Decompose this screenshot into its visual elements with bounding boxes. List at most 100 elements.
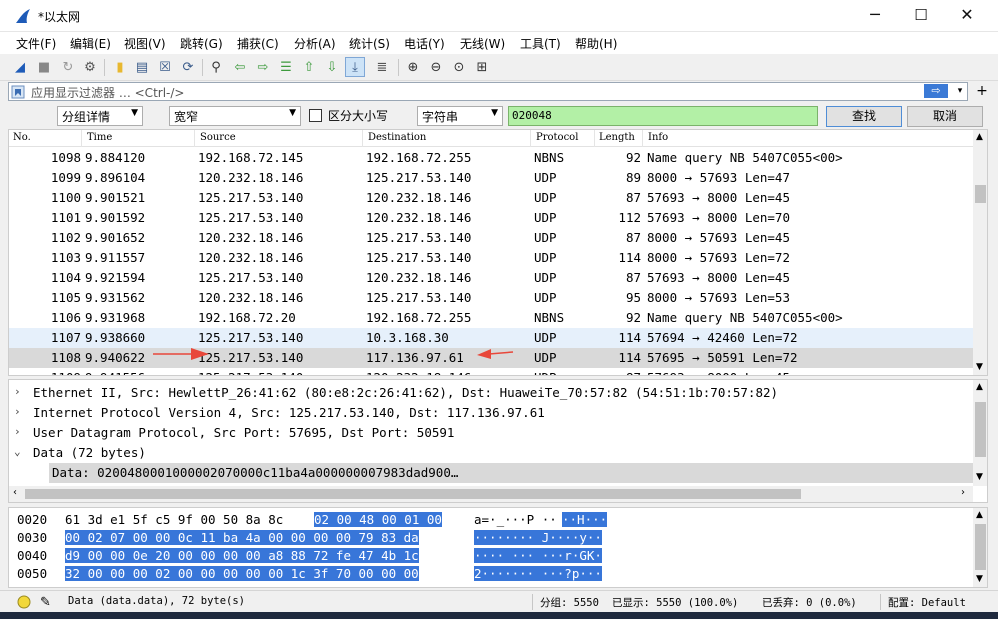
packet-row[interactable]: 1101 9.901592 125.217.53.140 120.232.18.146… (9, 208, 973, 228)
column-header-destination[interactable]: Destination (368, 132, 426, 143)
column-header-time[interactable]: Time (87, 132, 112, 143)
menu-wireless[interactable]: 无线(W) (460, 35, 505, 52)
chevron-right-icon[interactable]: › (14, 385, 21, 398)
scroll-down-icon[interactable]: ▼ (976, 574, 983, 584)
case-sensitive-checkbox[interactable] (309, 109, 322, 122)
packet-row[interactable]: 1106 9.931968 192.168.72.20 192.168.72.255 N… (9, 308, 973, 328)
scroll-left-icon[interactable]: ‹ (13, 487, 17, 498)
menu-analyze[interactable]: 分析(A) (294, 35, 336, 52)
char-width-select[interactable]: 宽窄 ▼ (169, 106, 301, 126)
maximize-button[interactable]: ☐ (898, 0, 944, 32)
search-in-select[interactable]: 分组详情 ▼ (57, 106, 143, 126)
byte-row[interactable]: 0050 32 00 00 00 02 00 00 00 00 00 1c 3f … (9, 565, 973, 583)
menu-file[interactable]: 文件(F) (16, 35, 56, 52)
colorize-icon[interactable]: ≣ (372, 57, 392, 77)
find-value-input[interactable]: 020048 (508, 106, 818, 126)
packet-list-scrollbar[interactable]: ▲ ▼ (973, 130, 987, 375)
chevron-right-icon[interactable]: › (14, 405, 21, 418)
zoom-out-icon[interactable]: ⊖ (426, 57, 446, 77)
packet-row[interactable]: 1107 9.938660 125.217.53.140 10.3.168.30 UDP… (9, 328, 973, 348)
menu-help[interactable]: 帮助(H) (575, 35, 617, 52)
scroll-thumb[interactable] (975, 524, 986, 570)
filter-history-dropdown[interactable]: ▾ (954, 82, 966, 100)
menu-capture[interactable]: 捕获(C) (237, 35, 279, 52)
reload-icon[interactable]: ⟳ (178, 57, 198, 77)
scroll-right-icon[interactable]: › (961, 487, 965, 498)
packet-row[interactable]: 1105 9.931562 120.232.18.146 125.217.53.140… (9, 288, 973, 308)
go-forward-icon[interactable]: ⇨ (253, 57, 273, 77)
scroll-thumb[interactable] (25, 489, 801, 499)
column-header-source[interactable]: Source (200, 132, 236, 143)
minimize-button[interactable]: ─ (852, 0, 898, 32)
row-no: 1108 (50, 350, 81, 365)
cancel-button[interactable]: 取消 (907, 106, 983, 127)
menu-tools[interactable]: 工具(T) (520, 35, 561, 52)
scroll-thumb[interactable] (975, 185, 986, 203)
packet-row[interactable]: 1104 9.921594 125.217.53.140 120.232.18.146… (9, 268, 973, 288)
save-file-icon[interactable]: ▤ (132, 57, 152, 77)
column-header-protocol[interactable]: Protocol (536, 132, 578, 143)
add-filter-button[interactable]: + (970, 81, 994, 101)
stop-icon[interactable]: ■ (34, 57, 54, 77)
display-filter-bar[interactable]: 应用显示过滤器 … <Ctrl-/> (8, 82, 968, 101)
go-back-icon[interactable]: ⇦ (230, 57, 250, 77)
display-filter-input[interactable]: 应用显示过滤器 … <Ctrl-/> (31, 84, 184, 101)
scroll-thumb[interactable] (975, 402, 986, 457)
packet-row[interactable]: 1098 9.884120 192.168.72.145 192.168.72.255… (9, 148, 973, 168)
packet-row[interactable]: 1099 9.896104 120.232.18.146 125.217.53.140… (9, 168, 973, 188)
tree-item-ipv4[interactable]: › Internet Protocol Version 4, Src: 125.… (9, 403, 973, 423)
search-type-select[interactable]: 字符串 ▼ (417, 106, 503, 126)
menu-view[interactable]: 视图(V) (124, 35, 166, 52)
scroll-up-icon[interactable]: ▲ (976, 132, 983, 142)
chevron-right-icon[interactable]: › (14, 425, 21, 438)
open-file-icon[interactable]: ▮ (110, 57, 130, 77)
row-source: 125.217.53.140 (198, 190, 304, 205)
details-hscrollbar[interactable]: ‹ › (9, 486, 973, 502)
find-packet-icon[interactable]: ⚲ (206, 57, 226, 77)
first-packet-icon[interactable]: ⇧ (299, 57, 319, 77)
resize-columns-icon[interactable]: ⊞ (472, 57, 492, 77)
column-header-length[interactable]: Length (599, 132, 635, 143)
zoom-normal-icon[interactable]: ⊙ (449, 57, 469, 77)
byte-row[interactable]: 0020 61 3d e1 5f c5 9f 00 50 8a 8c 02 00 4… (9, 511, 973, 529)
scroll-up-icon[interactable]: ▲ (976, 382, 983, 392)
menu-statistics[interactable]: 统计(S) (349, 35, 390, 52)
tree-item-ethernet[interactable]: › Ethernet II, Src: HewlettP_26:41:62 (8… (9, 383, 973, 403)
column-header-no[interactable]: No. (13, 132, 31, 143)
bookmark-filter-icon[interactable] (11, 85, 25, 99)
last-packet-icon[interactable]: ⇩ (322, 57, 342, 77)
scroll-down-icon[interactable]: ▼ (976, 472, 983, 482)
capture-options-icon[interactable]: ⚙ (80, 57, 100, 77)
restart-icon[interactable]: ↻ (58, 57, 78, 77)
row-info: 8000 → 57693 Len=72 (647, 250, 790, 265)
packet-row[interactable]: 1109 9.941556 125.217.53.140 120.232.18.146… (9, 368, 973, 375)
close-file-icon[interactable]: ☒ (155, 57, 175, 77)
chevron-down-icon[interactable]: ⌄ (14, 445, 21, 458)
packet-row[interactable]: 1103 9.911557 120.232.18.146 125.217.53.140… (9, 248, 973, 268)
tree-item-udp[interactable]: › User Datagram Protocol, Src Port: 5769… (9, 423, 973, 443)
find-button[interactable]: 查找 (826, 106, 902, 127)
tree-item-data-value[interactable]: Data: 0200480001000002070000c11ba4a00000… (49, 463, 973, 483)
tree-item-data[interactable]: ⌄ Data (72 bytes) (9, 443, 973, 463)
packet-row[interactable]: 1102 9.901652 120.232.18.146 125.217.53.140… (9, 228, 973, 248)
byte-row[interactable]: 0030 00 02 07 00 00 0c 11 ba 4a 00 00 00 … (9, 529, 973, 547)
capture-comment-icon[interactable]: ✎ (40, 595, 51, 610)
autoscroll-icon[interactable]: ⤓ (345, 57, 365, 77)
apply-filter-button[interactable]: ⇨ (924, 84, 948, 98)
packet-row[interactable]: 1100 9.901521 125.217.53.140 120.232.18.146… (9, 188, 973, 208)
zoom-in-icon[interactable]: ⊕ (403, 57, 423, 77)
column-header-info[interactable]: Info (648, 132, 668, 143)
menu-edit[interactable]: 编辑(E) (70, 35, 111, 52)
expert-info-icon[interactable] (17, 595, 31, 609)
scroll-down-icon[interactable]: ▼ (976, 362, 983, 372)
bytes-scrollbar[interactable]: ▲ ▼ (973, 508, 987, 587)
details-scrollbar[interactable]: ▲ ▼ (973, 380, 987, 486)
status-profile[interactable]: 配置: Default (888, 595, 966, 610)
go-to-packet-icon[interactable]: ☰ (276, 57, 296, 77)
menu-telephony[interactable]: 电话(Y) (404, 35, 445, 52)
byte-row[interactable]: 0040 d9 00 00 0e 20 00 00 00 00 a8 88 72 … (9, 547, 973, 565)
scroll-up-icon[interactable]: ▲ (976, 510, 983, 520)
shark-fin-start-icon[interactable]: ◢ (10, 57, 30, 77)
close-button[interactable]: ✕ (944, 0, 990, 32)
menu-go[interactable]: 跳转(G) (180, 35, 223, 52)
